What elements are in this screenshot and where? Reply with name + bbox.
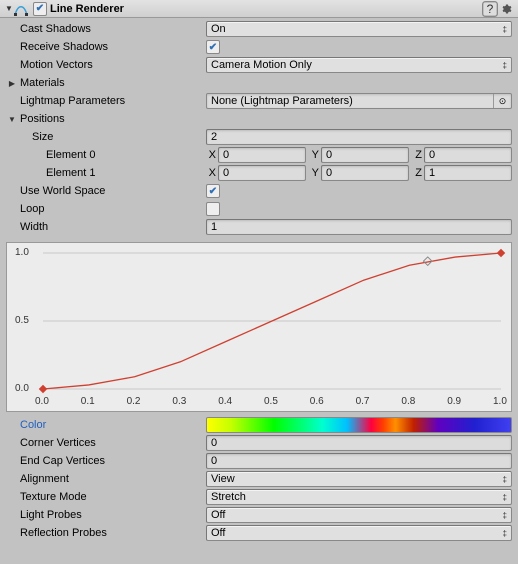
reflection-probes-label: Reflection Probes: [6, 527, 206, 539]
x-tick: 0.2: [127, 396, 141, 407]
use-world-space-checkbox[interactable]: ✔: [206, 184, 220, 198]
x-tick: 1.0: [493, 396, 507, 407]
size-label: Size: [6, 131, 206, 143]
color-gradient-field[interactable]: [206, 417, 512, 433]
element1-z[interactable]: 1: [424, 165, 512, 181]
receive-shadows-label: Receive Shadows: [6, 41, 206, 53]
positions-label: Positions: [18, 113, 218, 125]
x-tick: 0.3: [172, 396, 186, 407]
curve-key[interactable]: [497, 249, 505, 257]
loop-checkbox[interactable]: [206, 202, 220, 216]
chevron-down-icon: ‡: [503, 493, 507, 502]
width-field[interactable]: 1: [206, 219, 512, 235]
use-world-space-label: Use World Space: [6, 185, 206, 197]
element1-x[interactable]: 0: [218, 165, 306, 181]
gear-icon[interactable]: [498, 2, 514, 16]
reflection-probes-dropdown[interactable]: Off‡: [206, 525, 512, 541]
chevron-down-icon: ‡: [503, 25, 507, 34]
chevron-down-icon: ‡: [503, 61, 507, 70]
alignment-dropdown[interactable]: View‡: [206, 471, 512, 487]
element1-label: Element 1: [6, 167, 206, 179]
width-curve-editor[interactable]: 0.0 0.5 1.0 0.0 0.1 0.2 0.3 0.4 0.5 0.6 0.7 0.8 0.9 1…: [6, 242, 512, 412]
y-tick: 1.0: [15, 247, 29, 258]
cast-shadows-value: On: [211, 23, 226, 35]
x-tick: 0.1: [81, 396, 95, 407]
element0-y[interactable]: 0: [321, 147, 409, 163]
alignment-label: Alignment: [6, 473, 206, 485]
light-probes-label: Light Probes: [6, 509, 206, 521]
element0-x[interactable]: 0: [218, 147, 306, 163]
chevron-down-icon: ‡: [503, 511, 507, 520]
corner-vertices-field[interactable]: 0: [206, 435, 512, 451]
materials-foldout[interactable]: ▶: [6, 79, 18, 88]
texture-mode-dropdown[interactable]: Stretch‡: [206, 489, 512, 505]
inspector-body: Cast Shadows On ‡ Receive Shadows ✔ Moti…: [0, 18, 518, 548]
light-probes-dropdown[interactable]: Off‡: [206, 507, 512, 523]
positions-foldout[interactable]: ▼: [6, 115, 18, 124]
end-cap-vertices-field[interactable]: 0: [206, 453, 512, 469]
component-enable-checkbox[interactable]: ✔: [33, 2, 47, 16]
x-label: X: [206, 149, 218, 161]
x-tick: 0.0: [35, 396, 49, 407]
x-tick: 0.6: [310, 396, 324, 407]
chevron-down-icon: ‡: [503, 475, 507, 484]
lightmap-value: None (Lightmap Parameters): [207, 95, 493, 107]
object-picker-icon[interactable]: ⊙: [493, 94, 511, 108]
motion-vectors-dropdown[interactable]: Camera Motion Only ‡: [206, 57, 512, 73]
help-icon[interactable]: ?: [482, 2, 498, 16]
color-label: Color: [6, 419, 206, 431]
lightmap-field[interactable]: None (Lightmap Parameters) ⊙: [206, 93, 512, 109]
foldout-icon[interactable]: ▼: [4, 4, 14, 13]
size-field[interactable]: 2: [206, 129, 512, 145]
y-label: Y: [309, 149, 321, 161]
component-header[interactable]: ▼ ✔ Line Renderer ?: [0, 0, 518, 18]
x-tick: 0.5: [264, 396, 278, 407]
component-title: Line Renderer: [50, 3, 482, 15]
lightmap-label: Lightmap Parameters: [6, 95, 206, 107]
element0-label: Element 0: [6, 149, 206, 161]
y-tick: 0.5: [15, 315, 29, 326]
motion-vectors-label: Motion Vectors: [6, 59, 206, 71]
y-tick: 0.0: [15, 383, 29, 394]
cast-shadows-dropdown[interactable]: On ‡: [206, 21, 512, 37]
end-cap-vertices-label: End Cap Vertices: [6, 455, 206, 467]
x-tick: 0.4: [218, 396, 232, 407]
cast-shadows-label: Cast Shadows: [6, 23, 206, 35]
curve-plot[interactable]: [43, 253, 501, 389]
z-label: Z: [412, 149, 424, 161]
x-tick: 0.8: [401, 396, 415, 407]
element1-y[interactable]: 0: [321, 165, 409, 181]
texture-mode-label: Texture Mode: [6, 491, 206, 503]
x-tick: 0.9: [447, 396, 461, 407]
materials-label: Materials: [18, 77, 218, 89]
svg-text:?: ?: [487, 2, 494, 16]
x-tick: 0.7: [356, 396, 370, 407]
width-label: Width: [6, 221, 206, 233]
loop-label: Loop: [6, 203, 206, 215]
chevron-down-icon: ‡: [503, 529, 507, 538]
curve-key[interactable]: [39, 385, 47, 393]
element0-z[interactable]: 0: [424, 147, 512, 163]
motion-vectors-value: Camera Motion Only: [211, 59, 312, 71]
corner-vertices-label: Corner Vertices: [6, 437, 206, 449]
receive-shadows-checkbox[interactable]: ✔: [206, 40, 220, 54]
line-renderer-icon: [14, 2, 28, 16]
